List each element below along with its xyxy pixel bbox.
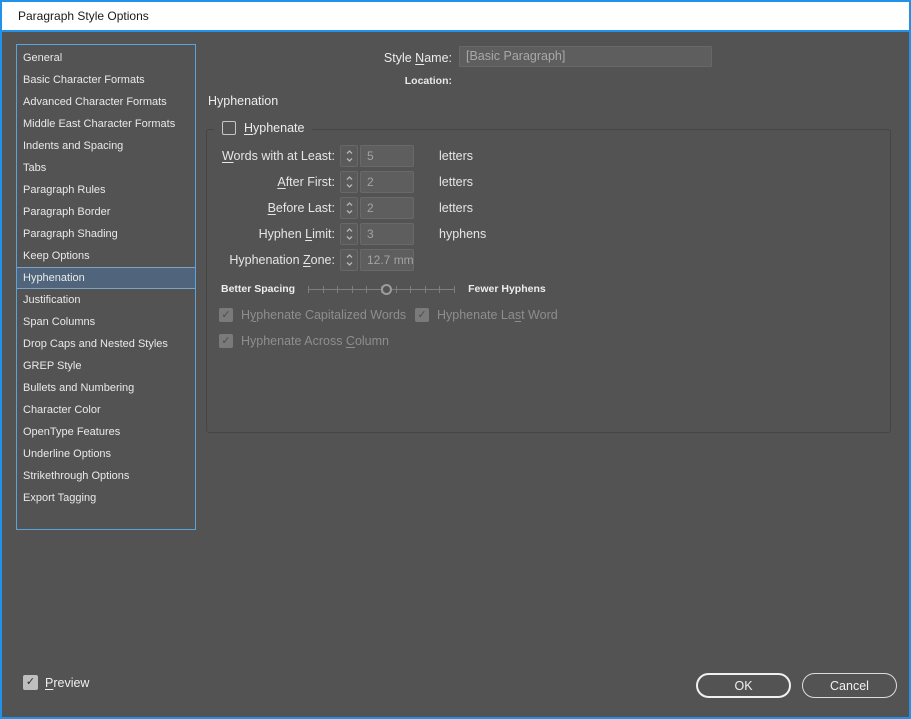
slider-tick bbox=[395, 285, 397, 293]
sidebar-item-span-columns[interactable]: Span Columns bbox=[17, 311, 195, 333]
check-icon: ✓ bbox=[221, 308, 231, 321]
hyphen-limit-label: Hyphen Limit: bbox=[258, 227, 335, 241]
slider-right-label: Fewer Hyphens bbox=[468, 283, 546, 295]
slider-tick bbox=[439, 285, 441, 293]
style-name-input[interactable]: [Basic Paragraph] bbox=[459, 46, 712, 67]
stepper-up-down-icon[interactable] bbox=[340, 145, 358, 167]
sidebar-item-tabs[interactable]: Tabs bbox=[17, 157, 195, 179]
slider-tick bbox=[351, 285, 353, 293]
panel-title: Hyphenation bbox=[208, 94, 279, 108]
slider-tick bbox=[424, 285, 426, 293]
sidebar-item-strikethrough-options[interactable]: Strikethrough Options bbox=[17, 465, 195, 487]
field-suffix: letters bbox=[439, 175, 474, 189]
option-row: ✓ Hyphenate Across Column bbox=[219, 334, 389, 348]
sidebar-item-drop-caps-and-nested-styles[interactable]: Drop Caps and Nested Styles bbox=[17, 333, 195, 355]
hyphenate-capitalized-words-label: Hyphenate Capitalized Words bbox=[241, 308, 407, 322]
preview-label: Preview bbox=[45, 675, 90, 690]
preview-checkbox[interactable]: ✓ bbox=[23, 675, 38, 690]
hyphenate-label: Hyphenate bbox=[244, 121, 305, 135]
words-with-at-least-label: Words with at Least: bbox=[221, 149, 335, 163]
field-rows: Words with at Least: 5 letters After Fir… bbox=[207, 143, 890, 273]
words-with-at-least-input[interactable]: 5 bbox=[360, 145, 414, 167]
field-row: Hyphenation Zone: 12.7 mm bbox=[207, 247, 890, 273]
hyphenation-groupbox: Hyphenate Words with at Least: 5 letters… bbox=[206, 121, 891, 433]
before-last-label: Before Last: bbox=[267, 201, 335, 215]
sidebar-item-justification[interactable]: Justification bbox=[17, 289, 195, 311]
ok-button[interactable]: OK bbox=[696, 673, 791, 698]
hyphenate-across-column-checkbox[interactable]: ✓ bbox=[219, 334, 233, 348]
sidebar-item-basic-character-formats[interactable]: Basic Character Formats bbox=[17, 69, 195, 91]
sidebar-item-general[interactable]: General bbox=[17, 47, 195, 69]
location-label: Location: bbox=[404, 75, 452, 87]
sidebar-item-underline-options[interactable]: Underline Options bbox=[17, 443, 195, 465]
stepper-up-down-icon[interactable] bbox=[340, 223, 358, 245]
slider-tick bbox=[322, 285, 324, 293]
cancel-button[interactable]: Cancel bbox=[802, 673, 897, 698]
stepper-up-down-icon[interactable] bbox=[340, 171, 358, 193]
sidebar-item-paragraph-border[interactable]: Paragraph Border bbox=[17, 201, 195, 223]
hyphenation-zone-input[interactable]: 12.7 mm bbox=[360, 249, 414, 271]
stepper-up-down-icon[interactable] bbox=[340, 249, 358, 271]
sidebar-item-advanced-character-formats[interactable]: Advanced Character Formats bbox=[17, 91, 195, 113]
dialog-body: General Basic Character Formats Advanced C… bbox=[2, 32, 909, 717]
hyphenate-capitalized-words-checkbox[interactable]: ✓ bbox=[219, 308, 233, 322]
paragraph-style-options-dialog: Paragraph Style Options General Basic Cha… bbox=[0, 0, 911, 719]
slider-tick bbox=[337, 285, 339, 293]
field-suffix: letters bbox=[439, 149, 474, 163]
hyphen-limit-input[interactable]: 3 bbox=[360, 223, 414, 245]
preview-checkbox-wrap: ✓ Preview bbox=[23, 675, 89, 690]
hyphenate-legend: Hyphenate bbox=[214, 121, 313, 135]
sidebar-list: General Basic Character Formats Advanced C… bbox=[16, 44, 196, 530]
hyphenate-last-word-checkbox[interactable]: ✓ bbox=[415, 308, 429, 322]
field-row: Before Last: 2 letters bbox=[207, 195, 890, 221]
sidebar-item-export-tagging[interactable]: Export Tagging bbox=[17, 487, 195, 509]
hyphenation-zone-label: Hyphenation Zone: bbox=[229, 253, 335, 267]
style-name-label: Style Name: bbox=[383, 51, 452, 65]
sidebar-item-bullets-and-numbering[interactable]: Bullets and Numbering bbox=[17, 377, 195, 399]
sidebar-item-indents-and-spacing[interactable]: Indents and Spacing bbox=[17, 135, 195, 157]
sidebar-item-grep-style[interactable]: GREP Style bbox=[17, 355, 195, 377]
sidebar-item-paragraph-rules[interactable]: Paragraph Rules bbox=[17, 179, 195, 201]
slider-tick bbox=[308, 285, 310, 293]
slider-thumb[interactable] bbox=[380, 283, 392, 295]
slider-tick bbox=[410, 285, 412, 293]
after-first-input[interactable]: 2 bbox=[360, 171, 414, 193]
hyphenate-across-column-label: Hyphenate Across Column bbox=[241, 334, 389, 348]
hyphenation-slider[interactable] bbox=[308, 282, 456, 296]
sidebar-item-keep-options[interactable]: Keep Options bbox=[17, 245, 195, 267]
field-row: After First: 2 letters bbox=[207, 169, 890, 195]
hyphenation-slider-row: Better Spacing Fewer Hyphens bbox=[221, 281, 546, 297]
sidebar-item-opentype-features[interactable]: OpenType Features bbox=[17, 421, 195, 443]
dialog-title: Paragraph Style Options bbox=[18, 9, 149, 23]
sidebar-item-character-color[interactable]: Character Color bbox=[17, 399, 195, 421]
stepper-up-down-icon[interactable] bbox=[340, 197, 358, 219]
field-suffix: letters bbox=[439, 201, 474, 215]
after-first-label: After First: bbox=[277, 175, 335, 189]
field-row: Hyphen Limit: 3 hyphens bbox=[207, 221, 890, 247]
check-icon: ✓ bbox=[221, 334, 231, 347]
check-icon: ✓ bbox=[25, 676, 36, 688]
sidebar-item-middle-east-character-formats[interactable]: Middle East Character Formats bbox=[17, 113, 195, 135]
titlebar: Paragraph Style Options bbox=[2, 2, 909, 32]
slider-tick bbox=[366, 285, 368, 293]
hyphenate-checkbox[interactable] bbox=[222, 121, 236, 135]
check-icon: ✓ bbox=[417, 308, 427, 321]
field-suffix: hyphens bbox=[439, 227, 487, 241]
slider-left-label: Better Spacing bbox=[221, 283, 296, 295]
sidebar-item-hyphenation[interactable]: Hyphenation bbox=[17, 267, 195, 289]
option-row: ✓ Hyphenate Capitalized Words ✓ Hyphenat… bbox=[219, 308, 558, 322]
before-last-input[interactable]: 2 bbox=[360, 197, 414, 219]
field-row: Words with at Least: 5 letters bbox=[207, 143, 890, 169]
sidebar-item-paragraph-shading[interactable]: Paragraph Shading bbox=[17, 223, 195, 245]
hyphenate-last-word-label: Hyphenate Last Word bbox=[437, 308, 558, 322]
slider-tick bbox=[454, 285, 456, 293]
